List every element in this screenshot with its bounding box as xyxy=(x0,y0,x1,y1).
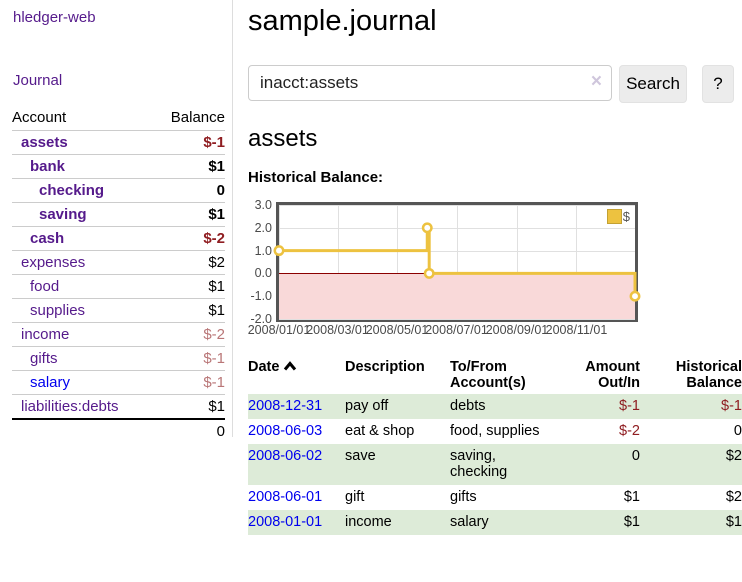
transaction-balance: $-1 xyxy=(640,394,742,419)
clear-search-icon[interactable]: × xyxy=(591,71,602,93)
transaction-description: income xyxy=(345,510,450,535)
account-balance: $-1 xyxy=(153,371,225,395)
account-link-salary[interactable]: salary xyxy=(30,374,70,391)
transaction-date-link[interactable]: 2008-06-03 xyxy=(248,423,322,439)
account-balance: $1 xyxy=(153,155,225,179)
transaction-balance: $2 xyxy=(640,485,742,510)
account-balance: $-1 xyxy=(153,131,225,155)
account-balance: $1 xyxy=(153,203,225,227)
account-row: salary $-1 xyxy=(12,371,225,395)
transaction-accounts: food, supplies xyxy=(450,419,578,444)
accounts-total-row: 0 xyxy=(12,419,225,443)
account-row: expenses $2 xyxy=(12,251,225,275)
sidebar: hledger-web Journal Account Balance asse… xyxy=(0,0,233,437)
account-link-gifts[interactable]: gifts xyxy=(30,350,58,367)
transaction-amount: $1 xyxy=(578,485,640,510)
help-button[interactable]: ? xyxy=(702,65,734,103)
account-balance: $-1 xyxy=(153,347,225,371)
transaction-amount: $-2 xyxy=(578,419,640,444)
search-form: × Search ? xyxy=(248,65,742,101)
register-header-row: Date Description To/FromAccount(s) Amoun… xyxy=(248,357,742,394)
register-header-date: Date xyxy=(248,357,345,394)
chart-plot-area: $ xyxy=(276,202,638,322)
account-row: saving $1 xyxy=(12,203,225,227)
transaction-balance: $1 xyxy=(640,510,742,535)
account-balance: $-2 xyxy=(153,323,225,347)
transaction-amount: $1 xyxy=(578,510,640,535)
transaction-date-link[interactable]: 2008-01-01 xyxy=(248,514,322,530)
accounts-table: Account Balance assets $-1 bank $1 checkin… xyxy=(12,105,225,443)
sort-ascending-icon xyxy=(283,361,297,371)
account-link-expenses[interactable]: expenses xyxy=(21,254,85,271)
account-link-supplies[interactable]: supplies xyxy=(30,302,85,319)
register-header-balance: HistoricalBalance xyxy=(640,357,742,394)
register-header-amount: AmountOut/In xyxy=(578,357,640,394)
register-row: 2008-01-01 income salary $1 $1 xyxy=(248,510,742,535)
transaction-date-link[interactable]: 2008-06-01 xyxy=(248,489,322,505)
transaction-description: eat & shop xyxy=(345,419,450,444)
chart-title: Historical Balance: xyxy=(248,169,742,186)
account-balance: $1 xyxy=(153,395,225,420)
account-link-saving[interactable]: saving xyxy=(39,206,87,223)
register-header-description: Description xyxy=(345,357,450,394)
transaction-date-link[interactable]: 2008-06-02 xyxy=(248,448,322,464)
account-row: supplies $1 xyxy=(12,299,225,323)
register-row: 2008-06-01 gift gifts $1 $2 xyxy=(248,485,742,510)
chart-series-line xyxy=(279,205,635,319)
register-row: 2008-12-31 pay off debts $-1 $-1 xyxy=(248,394,742,419)
transaction-accounts: gifts xyxy=(450,485,578,510)
main-content: sample.journal × Search ? assets Histori… xyxy=(248,0,742,535)
accounts-header-account: Account xyxy=(12,105,153,131)
search-input[interactable] xyxy=(248,65,612,101)
transaction-description: gift xyxy=(345,485,450,510)
account-link-liabilities-debts[interactable]: liabilities:debts xyxy=(21,398,119,415)
account-row: food $1 xyxy=(12,275,225,299)
transaction-accounts: debts xyxy=(450,394,578,419)
account-row: assets $-1 xyxy=(12,131,225,155)
account-row: bank $1 xyxy=(12,155,225,179)
search-input-wrap: × xyxy=(248,65,612,101)
nav-journal-link[interactable]: Journal xyxy=(13,72,232,89)
legend-label: $ xyxy=(623,209,630,224)
app-title-link[interactable]: hledger-web xyxy=(13,9,232,26)
account-heading: assets xyxy=(248,125,742,153)
account-row: liabilities:debts $1 xyxy=(12,395,225,420)
transaction-balance: $2 xyxy=(640,444,742,485)
account-balance: $2 xyxy=(153,251,225,275)
account-balance: $1 xyxy=(153,275,225,299)
accounts-total-value: 0 xyxy=(153,419,225,443)
register-header-tofrom: To/FromAccount(s) xyxy=(450,357,578,394)
transaction-description: pay off xyxy=(345,394,450,419)
search-button[interactable]: Search xyxy=(619,65,687,103)
account-row: cash $-2 xyxy=(12,227,225,251)
account-balance: $1 xyxy=(153,299,225,323)
transaction-amount: $-1 xyxy=(578,394,640,419)
account-link-cash[interactable]: cash xyxy=(30,230,64,247)
legend-swatch-icon xyxy=(607,209,622,224)
account-link-income[interactable]: income xyxy=(21,326,69,343)
chart-legend: $ xyxy=(607,209,630,224)
account-row: gifts $-1 xyxy=(12,347,225,371)
account-link-food[interactable]: food xyxy=(30,278,59,295)
register-row: 2008-06-02 save saving, checking 0 $2 xyxy=(248,444,742,485)
account-balance: $-2 xyxy=(153,227,225,251)
transaction-description: save xyxy=(345,444,450,485)
account-balance: 0 xyxy=(153,179,225,203)
accounts-header-balance: Balance xyxy=(153,105,225,131)
account-row: checking 0 xyxy=(12,179,225,203)
account-link-checking[interactable]: checking xyxy=(39,182,104,199)
transaction-accounts: salary xyxy=(450,510,578,535)
account-link-assets[interactable]: assets xyxy=(21,134,68,151)
register-table: Date Description To/FromAccount(s) Amoun… xyxy=(248,357,742,535)
transaction-accounts: saving, checking xyxy=(450,444,578,485)
transaction-amount: 0 xyxy=(578,444,640,485)
historical-balance-chart: 3.02.01.00.0-1.0-2.0 $ 2008/01/012008/03… xyxy=(248,195,742,341)
account-row: income $-2 xyxy=(12,323,225,347)
page-title: sample.journal xyxy=(248,5,742,38)
transaction-date-link[interactable]: 2008-12-31 xyxy=(248,398,322,414)
transaction-balance: 0 xyxy=(640,419,742,444)
account-link-bank[interactable]: bank xyxy=(30,158,65,175)
register-row: 2008-06-03 eat & shop food, supplies $-2… xyxy=(248,419,742,444)
